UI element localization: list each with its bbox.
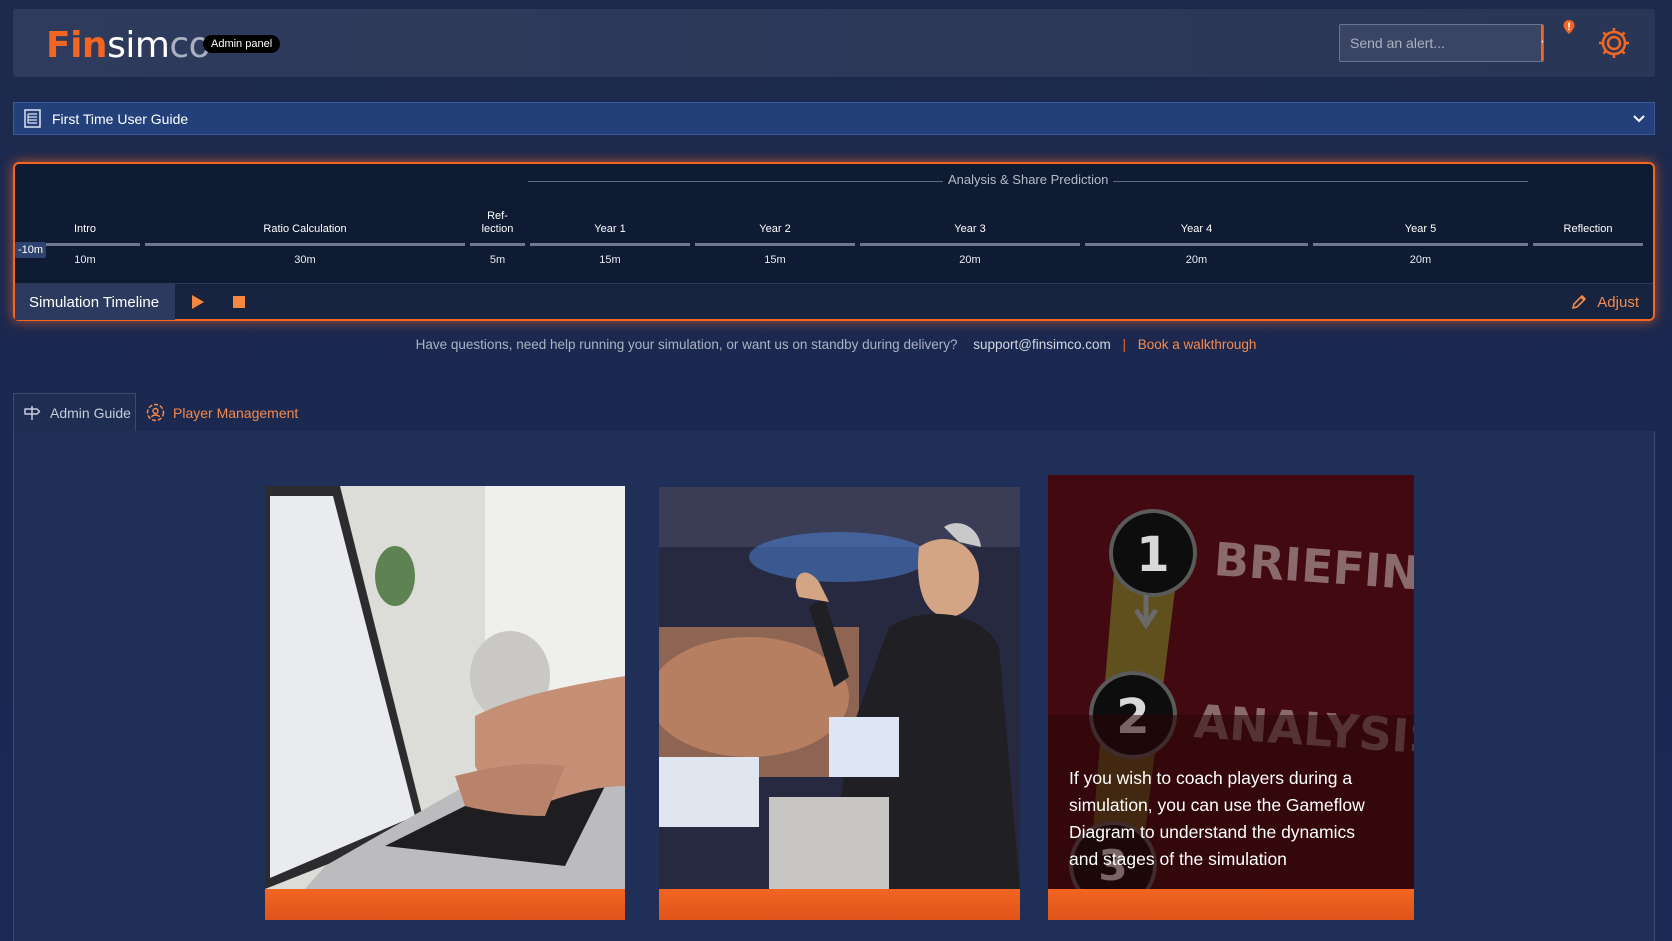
segment-bar — [145, 243, 465, 246]
chevron-down-icon[interactable] — [1632, 112, 1646, 126]
timeline-segment[interactable]: Intro 10m — [30, 210, 140, 266]
main-tabs: Admin Guide Player Management — [13, 393, 1655, 432]
segment-bar — [530, 243, 690, 246]
pencil-icon — [1572, 295, 1587, 309]
document-icon — [24, 109, 41, 128]
play-icon[interactable] — [191, 294, 205, 310]
analysis-group-label: Analysis & Share Prediction — [943, 172, 1114, 187]
guide-card-presenter[interactable] — [659, 487, 1020, 920]
laptop-typing-photo — [265, 486, 625, 889]
help-separator: | — [1122, 337, 1127, 352]
guide-card-gameflow[interactable]: 1 BRIEFING 2 ANALYSIS 3 If you wish to c… — [1048, 475, 1414, 920]
stop-icon[interactable] — [233, 296, 245, 308]
admin-panel-badge: Admin panel — [203, 35, 281, 53]
gameflow-caption: If you wish to coach players during a si… — [1069, 768, 1365, 869]
first-time-user-guide-accordion[interactable]: First Time User Guide — [13, 102, 1655, 135]
guide-title: First Time User Guide — [52, 110, 189, 127]
timeline-segment[interactable]: Year 4 20m — [1085, 210, 1308, 266]
finsimco-logo[interactable]: Finsimco — [46, 25, 211, 66]
gear-icon[interactable] — [1596, 25, 1632, 61]
segment-bar — [695, 243, 855, 246]
card-accent-stripe — [1048, 889, 1414, 920]
timeline-segment[interactable]: Reflection — [1533, 210, 1643, 246]
card-accent-stripe — [265, 889, 625, 920]
signpost-icon — [24, 406, 41, 420]
tab-admin-guide[interactable]: Admin Guide — [13, 393, 136, 432]
timeline-footer-label: Simulation Timeline — [15, 284, 175, 320]
paper-plane-icon — [1541, 40, 1543, 43]
simulation-timeline: Analysis & Share Prediction Intro 10m Ra… — [13, 162, 1655, 321]
timeline-footer: Simulation Timeline Adjust — [15, 283, 1653, 320]
help-line: Have questions, need help running your s… — [0, 337, 1672, 352]
timeline-segment[interactable]: Ratio Calculation 30m — [145, 210, 465, 266]
timeline-segment[interactable]: Year 3 20m — [860, 210, 1080, 266]
segment-bar — [860, 243, 1080, 246]
timeline-offset-badge: -10m — [15, 242, 47, 258]
tab-player-management[interactable]: Player Management — [146, 393, 298, 432]
top-header: Finsimco Admin panel — [13, 9, 1655, 77]
segment-bar — [30, 243, 140, 246]
alert-form — [1339, 24, 1544, 62]
user-gear-icon — [146, 403, 165, 422]
support-email-link[interactable]: support@finsimco.com — [973, 337, 1111, 352]
segment-bar — [470, 243, 525, 246]
presenter-audience-photo — [659, 487, 1020, 889]
guide-card-laptop[interactable] — [265, 486, 625, 920]
segment-bar — [1313, 243, 1528, 246]
segment-bar — [1085, 243, 1308, 246]
timeline-segment[interactable]: Year 1 15m — [530, 210, 690, 266]
segment-bar — [1533, 243, 1643, 246]
card-accent-stripe — [659, 889, 1020, 920]
alert-input[interactable] — [1340, 25, 1541, 61]
timeline-segment[interactable]: Ref- lection 5m — [470, 210, 525, 266]
help-question: Have questions, need help running your s… — [415, 337, 958, 352]
adjust-button[interactable]: Adjust — [1571, 284, 1639, 320]
step-one-number: 1 — [1136, 527, 1169, 583]
timeline-segment[interactable]: Year 2 15m — [695, 210, 855, 266]
timeline-segment[interactable]: Year 5 20m — [1313, 210, 1528, 266]
send-alert-button[interactable] — [1541, 25, 1543, 61]
notification-marker-icon[interactable] — [1562, 19, 1576, 35]
book-walkthrough-link[interactable]: Book a walkthrough — [1138, 337, 1257, 352]
